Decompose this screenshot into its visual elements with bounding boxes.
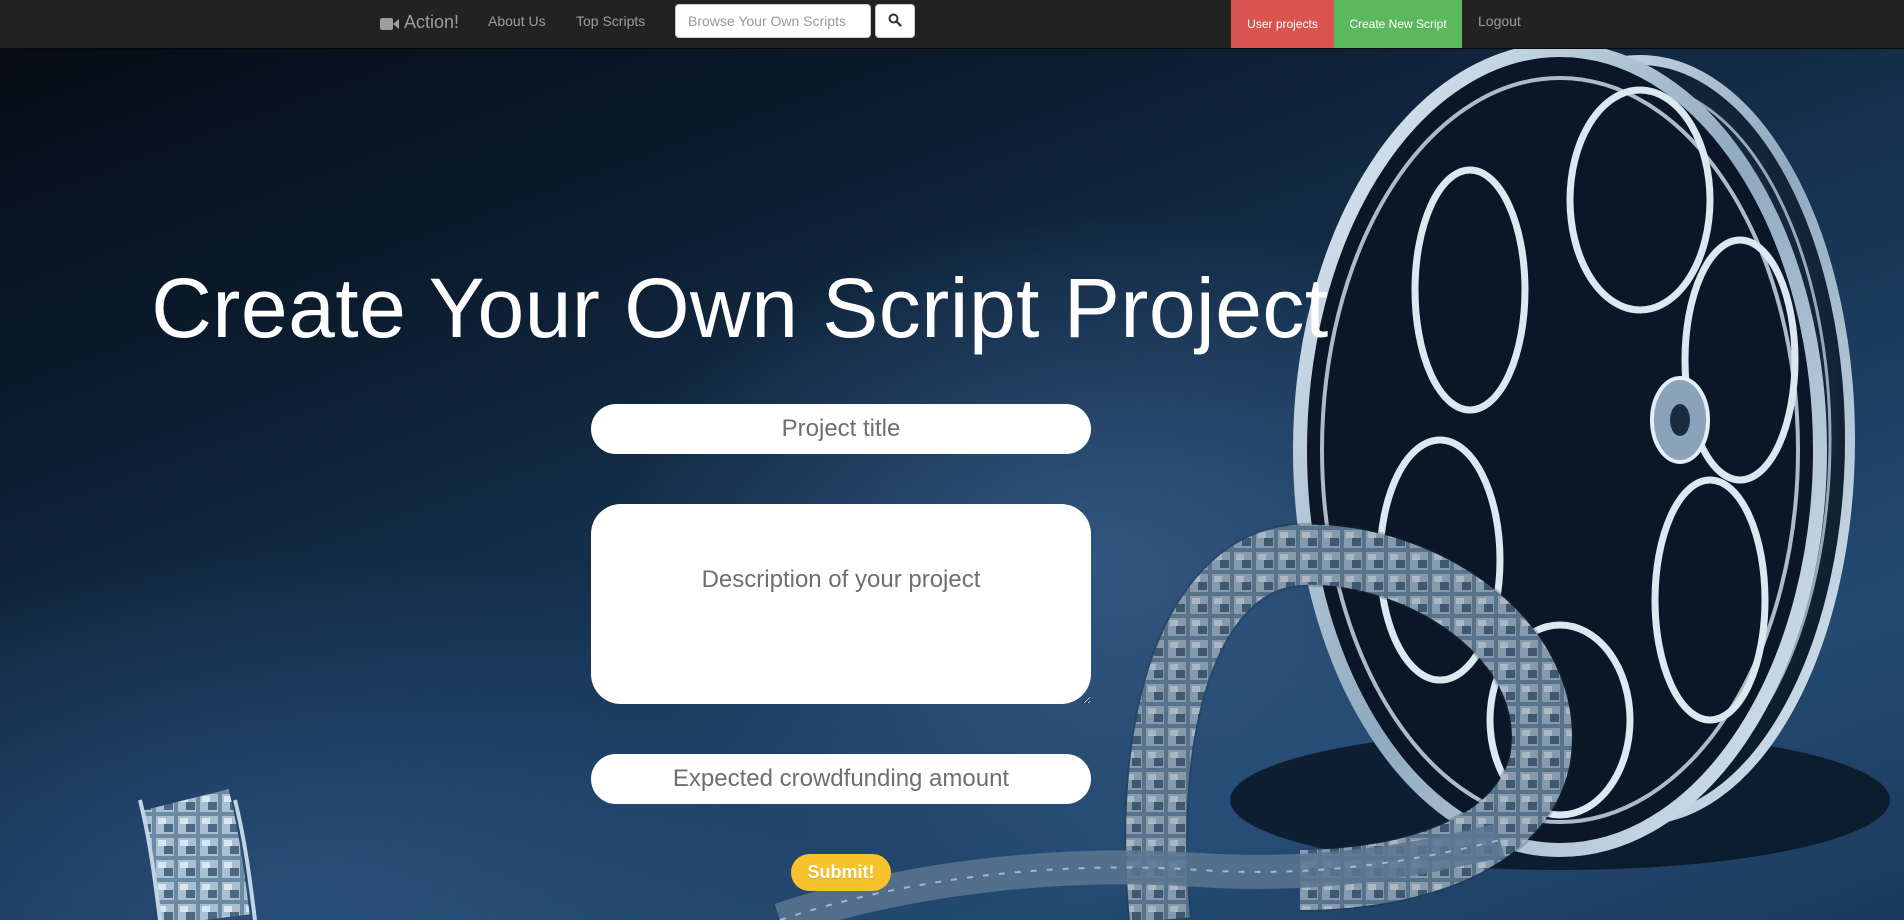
video-camera-icon (380, 15, 400, 30)
search-button[interactable] (875, 4, 915, 38)
top-navbar: Action! About Us Top Scripts User projec… (0, 0, 1904, 49)
search-icon (888, 13, 902, 30)
nav-link-logout[interactable]: Logout (1478, 0, 1521, 44)
page-title: Create Your Own Script Project (151, 261, 1329, 355)
brand-link[interactable]: Action! (380, 0, 459, 44)
project-title-input[interactable] (591, 404, 1091, 454)
crowdfunding-amount-input[interactable] (591, 754, 1091, 804)
user-projects-button[interactable]: User projects (1231, 0, 1334, 48)
brand-label: Action! (404, 11, 460, 32)
project-description-textarea[interactable] (591, 504, 1091, 704)
nav-link-top-scripts[interactable]: Top Scripts (576, 0, 645, 44)
submit-button[interactable]: Submit! (791, 854, 891, 891)
create-new-script-button[interactable]: Create New Script (1334, 0, 1462, 48)
search-input[interactable] (675, 4, 871, 38)
nav-link-about-us[interactable]: About Us (488, 0, 546, 44)
